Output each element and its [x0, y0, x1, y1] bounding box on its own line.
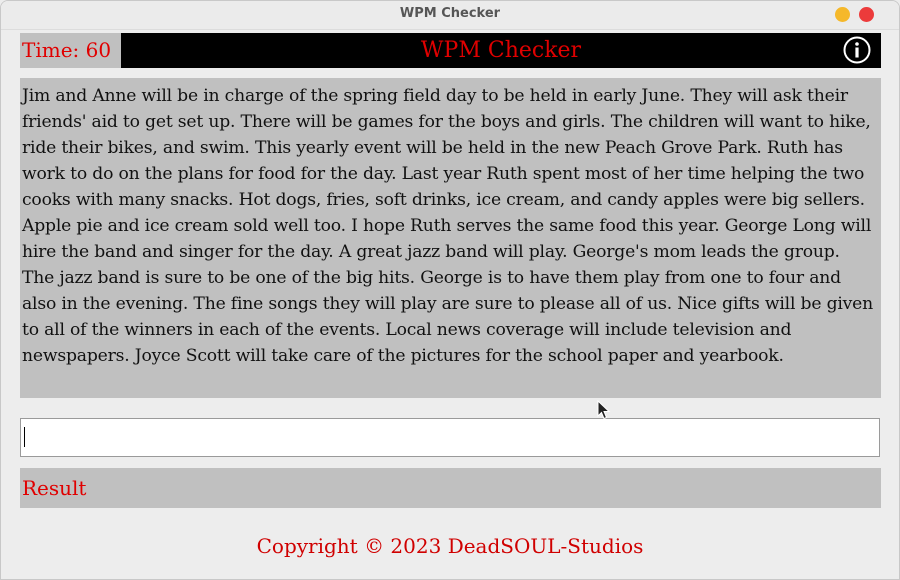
typing-input[interactable]	[20, 418, 880, 457]
window-title: WPM Checker	[399, 6, 501, 21]
text-caret	[24, 427, 25, 447]
timer-label: Time: 60	[20, 33, 121, 68]
title-bar[interactable]: WPM Checker	[1, 1, 899, 30]
result-label: Result	[20, 468, 881, 508]
typing-passage: Jim and Anne will be in charge of the sp…	[20, 78, 881, 398]
minimize-button[interactable]	[835, 7, 850, 22]
mouse-pointer-icon	[597, 400, 611, 420]
info-icon[interactable]	[843, 36, 871, 64]
copyright-text: Copyright © 2023 DeadSOUL-Studios	[256, 534, 644, 558]
app-title: WPM Checker	[420, 38, 582, 63]
header-bar: WPM Checker	[121, 33, 881, 68]
close-button[interactable]	[859, 7, 874, 22]
